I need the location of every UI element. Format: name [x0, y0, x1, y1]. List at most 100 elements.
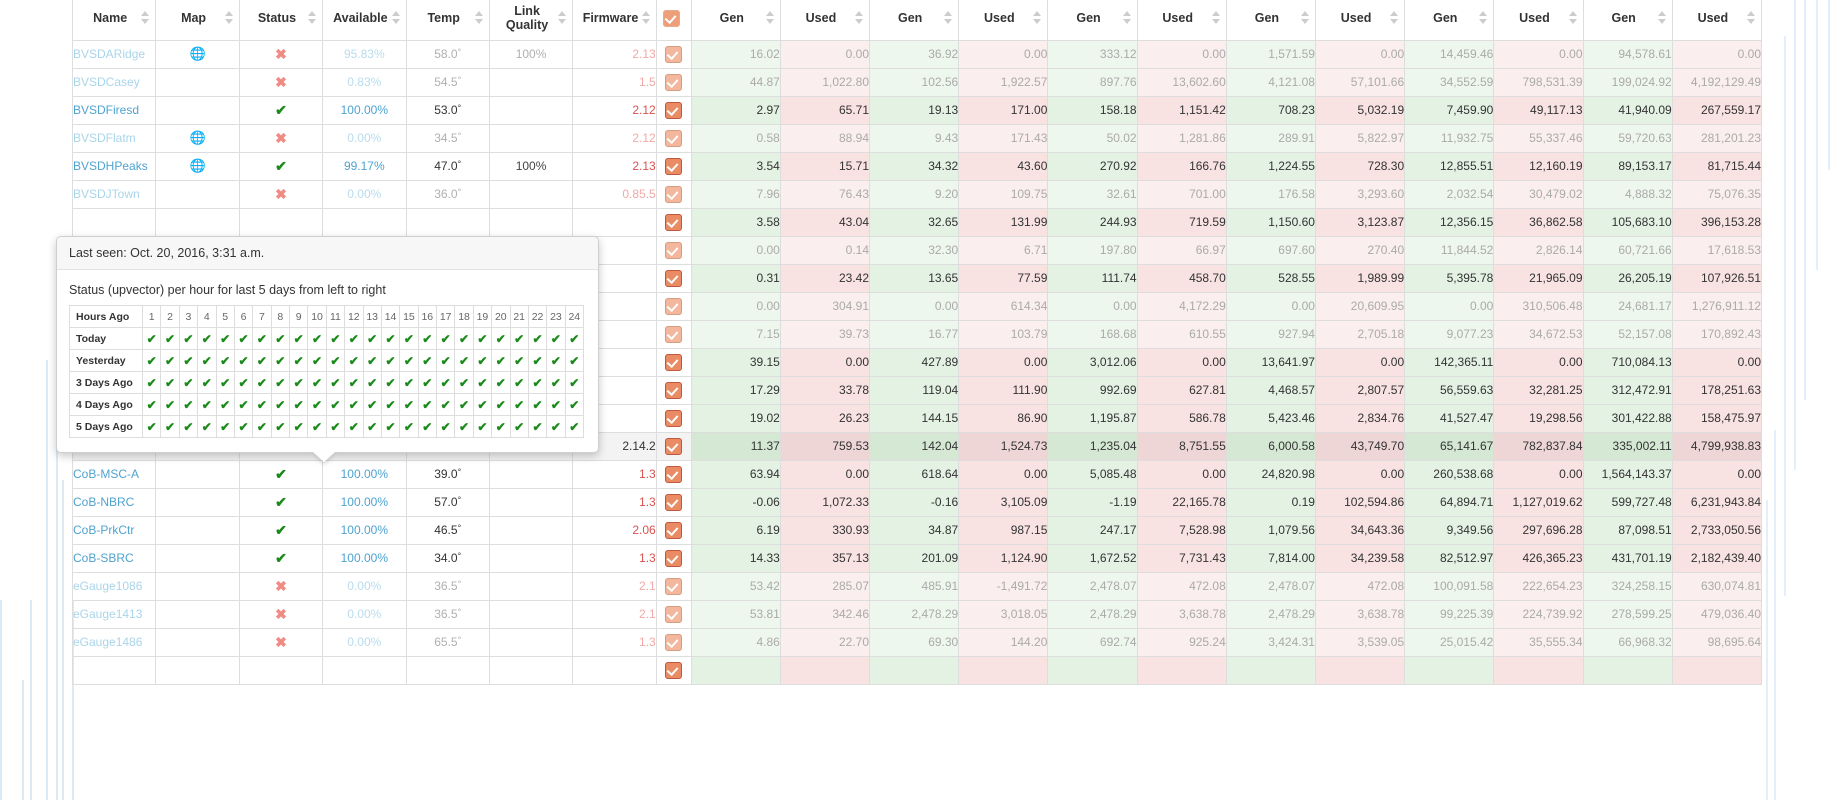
cell-sum-checkbox[interactable]	[655, 571, 692, 601]
cell-map[interactable]	[155, 655, 240, 685]
cell-device-name[interactable]: eGauge1086	[71, 571, 157, 601]
row-sum-checkbox[interactable]	[665, 549, 683, 567]
sort-arrows-icon[interactable]	[765, 11, 775, 25]
column-header-gen-10[interactable]: Gen	[869, 0, 960, 41]
row-sum-checkbox[interactable]	[665, 409, 683, 427]
cell-device-name[interactable]: BVSDJTown	[71, 179, 157, 209]
cell-sum-checkbox[interactable]	[655, 263, 692, 293]
device-name-link[interactable]: BVSDHPeaks	[73, 159, 148, 173]
row-sum-checkbox[interactable]	[665, 185, 683, 203]
sort-arrows-icon[interactable]	[1390, 11, 1399, 25]
cell-device-name[interactable]: CoB-PrkCtr	[71, 515, 157, 545]
cell-status[interactable]: ✖	[238, 67, 324, 97]
available-value[interactable]: 95.83%	[344, 47, 385, 61]
row-sum-checkbox[interactable]	[665, 269, 683, 287]
cell-available[interactable]: 100.00%	[322, 515, 407, 545]
cell-sum-checkbox[interactable]	[655, 291, 692, 321]
column-header-map-1[interactable]: Map	[155, 0, 240, 41]
cell-available[interactable]: 99.17%	[322, 151, 407, 181]
available-value[interactable]: 100.00%	[341, 495, 388, 509]
column-header-link-quality-5[interactable]: Link Quality	[488, 0, 574, 41]
cell-device-name[interactable]: BVSDCasey	[71, 67, 157, 97]
device-name-link[interactable]: eGauge1413	[73, 607, 142, 621]
cell-sum-checkbox[interactable]	[655, 319, 692, 349]
cell-available[interactable]	[322, 207, 407, 237]
cell-status[interactable]: ✔	[238, 95, 324, 125]
cell-available[interactable]: 100.00%	[322, 95, 407, 125]
cell-map[interactable]	[155, 179, 240, 209]
cell-device-name[interactable]: CoB-NBRC	[71, 487, 157, 517]
cell-sum-checkbox[interactable]	[655, 67, 692, 97]
column-header-available-3[interactable]: Available	[322, 0, 407, 41]
cell-available[interactable]: 0.00%	[322, 599, 407, 629]
cell-map[interactable]: 🌐	[155, 151, 240, 181]
cell-sum-checkbox[interactable]	[655, 627, 692, 657]
device-name-link[interactable]: BVSDFlatm	[73, 131, 136, 145]
cell-map[interactable]: 🌐	[155, 39, 240, 69]
row-sum-checkbox[interactable]	[665, 577, 683, 595]
sort-arrows-icon[interactable]	[558, 11, 567, 25]
table-row[interactable]: CoB-MSC-A ✔ 100.00% 39.0° 1.3 63.94 0.00 618.64…	[71, 459, 1763, 489]
row-sum-checkbox[interactable]	[665, 73, 683, 91]
cell-status[interactable]	[238, 207, 324, 237]
cell-sum-checkbox[interactable]	[655, 95, 692, 125]
cell-status[interactable]: ✔	[238, 515, 324, 545]
cell-status[interactable]: ✖	[238, 123, 324, 153]
cell-sum-checkbox[interactable]	[655, 347, 692, 377]
cell-available[interactable]: 0.00%	[322, 179, 407, 209]
sort-arrows-icon[interactable]	[224, 11, 234, 25]
cell-map[interactable]	[155, 67, 240, 97]
column-header-used-15[interactable]: Used	[1314, 0, 1406, 41]
available-value[interactable]: 100.00%	[341, 523, 388, 537]
column-header-used-19[interactable]: Used	[1671, 0, 1763, 41]
column-header-temp-4[interactable]: Temp	[405, 0, 490, 41]
table-row[interactable]: CoB-SBRC ✔ 100.00% 34.0° 1.3 14.33 357.13 201.0…	[71, 543, 1763, 573]
cell-device-name[interactable]: eGauge1413	[71, 599, 157, 629]
row-sum-checkbox[interactable]	[665, 633, 683, 651]
row-sum-checkbox[interactable]	[665, 381, 683, 399]
available-value[interactable]: 0.83%	[347, 75, 381, 89]
column-header-used-9[interactable]: Used	[779, 0, 871, 41]
column-header-gen-14[interactable]: Gen	[1225, 0, 1316, 41]
cell-available[interactable]	[322, 655, 407, 685]
cell-map[interactable]	[155, 95, 240, 125]
row-sum-checkbox[interactable]	[665, 661, 683, 679]
cell-status[interactable]: ✔	[238, 487, 324, 517]
table-row[interactable]: eGauge1086 ✖ 0.00% 36.5° 2.1 53.42 285.07 485.9…	[71, 571, 1763, 601]
column-header-gen-12[interactable]: Gen	[1047, 0, 1138, 41]
cell-status[interactable]: ✔	[238, 543, 324, 573]
device-name-link[interactable]: CoB-PrkCtr	[73, 523, 134, 537]
cell-available[interactable]: 95.83%	[322, 39, 407, 69]
device-name-link[interactable]: CoB-MSC-A	[73, 467, 139, 481]
available-value[interactable]: 0.00%	[347, 187, 381, 201]
cell-sum-checkbox[interactable]	[655, 655, 692, 685]
device-name-link[interactable]: BVSDARidge	[73, 47, 145, 61]
cell-sum-checkbox[interactable]	[655, 599, 692, 629]
device-name-link[interactable]: BVSDCasey	[73, 75, 140, 89]
column-header-status-2[interactable]: Status	[238, 0, 324, 41]
cell-device-name[interactable]: BVSDARidge	[71, 39, 157, 69]
globe-icon[interactable]: 🌐	[189, 130, 205, 145]
cell-device-name[interactable]: BVSDFiresd	[71, 95, 157, 125]
column-header-gen-16[interactable]: Gen	[1404, 0, 1495, 41]
device-name-link[interactable]: CoB-SBRC	[73, 551, 134, 565]
cell-sum-checkbox[interactable]	[655, 39, 692, 69]
row-sum-checkbox[interactable]	[665, 353, 683, 371]
cell-sum-checkbox[interactable]	[655, 543, 692, 573]
row-sum-checkbox[interactable]	[665, 101, 683, 119]
checkbox-icon[interactable]	[662, 9, 680, 27]
cell-device-name[interactable]	[71, 655, 157, 685]
cell-available[interactable]: 100.00%	[322, 487, 407, 517]
globe-icon[interactable]: 🌐	[189, 46, 205, 61]
cell-device-name[interactable]: BVSDHPeaks	[71, 151, 157, 181]
cell-device-name[interactable]: eGauge1486	[71, 627, 157, 657]
available-value[interactable]: 0.00%	[347, 131, 381, 145]
available-value[interactable]: 99.17%	[344, 159, 385, 173]
cell-available[interactable]: 0.83%	[322, 67, 407, 97]
sort-arrows-icon[interactable]	[944, 11, 953, 25]
cell-sum-checkbox[interactable]	[655, 151, 692, 181]
cell-sum-checkbox[interactable]	[655, 403, 692, 433]
sum-toggle-checkbox[interactable]	[655, 0, 692, 41]
column-header-gen-8[interactable]: Gen	[690, 0, 781, 41]
available-value[interactable]: 0.00%	[347, 635, 381, 649]
